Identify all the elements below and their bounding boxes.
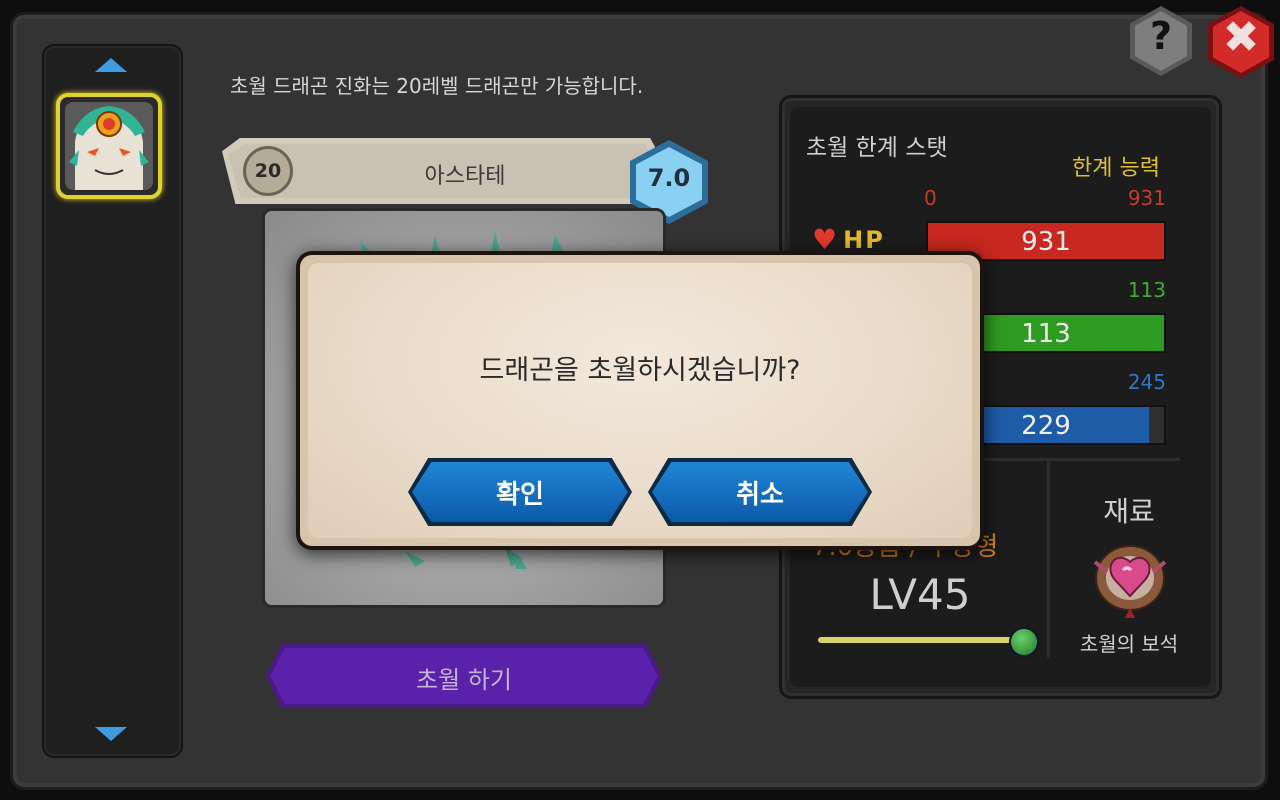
- divider-horizontal: [980, 458, 1180, 461]
- dragon-level-text: LV45: [869, 570, 971, 619]
- level-slider-track: [818, 637, 1018, 643]
- defense-max-value: 245: [1127, 370, 1166, 394]
- help-icon: ?: [1149, 14, 1173, 58]
- cancel-button-label: 취소: [736, 480, 784, 510]
- dragon-name: 아스타테: [424, 164, 506, 189]
- selected-dragon-portrait[interactable]: [56, 93, 162, 199]
- material-title: 재료: [1103, 495, 1155, 528]
- stat-panel-title: 초월 한계 스탯: [806, 135, 948, 161]
- confirm-dialog: [296, 251, 984, 550]
- hp-min-value: 0: [924, 186, 937, 210]
- scroll-up-arrow-icon[interactable]: [95, 58, 127, 72]
- hp-stat-label: ♥ HP: [812, 223, 885, 256]
- evolution-notice: 초월 드래곤 진화는 20레벨 드래곤만 가능합니다.: [230, 74, 644, 98]
- dragon-portrait-icon: [65, 102, 153, 190]
- hp-max-value: 931: [1127, 186, 1166, 210]
- heart-icon: ♥: [812, 223, 838, 256]
- attack-max-value: 113: [1127, 278, 1166, 302]
- dragon-grade: 7.0: [647, 164, 691, 192]
- dragon-level-badge: 20: [243, 146, 293, 196]
- limit-ability-label: 한계 능력: [1072, 156, 1160, 181]
- divider-vertical: [1047, 460, 1050, 658]
- evolve-button-label: 초월 하기: [416, 666, 512, 694]
- scroll-down-arrow-icon[interactable]: [95, 727, 127, 741]
- transcend-gem-icon: [1093, 545, 1167, 618]
- material-name: 초월의 보석: [1079, 632, 1179, 656]
- level-slider-knob[interactable]: [1009, 627, 1039, 657]
- confirm-dialog-message: 드래곤을 초월하시겠습니까?: [479, 355, 801, 386]
- confirm-button-label: 확인: [496, 480, 544, 510]
- close-icon: ✖: [1222, 12, 1260, 63]
